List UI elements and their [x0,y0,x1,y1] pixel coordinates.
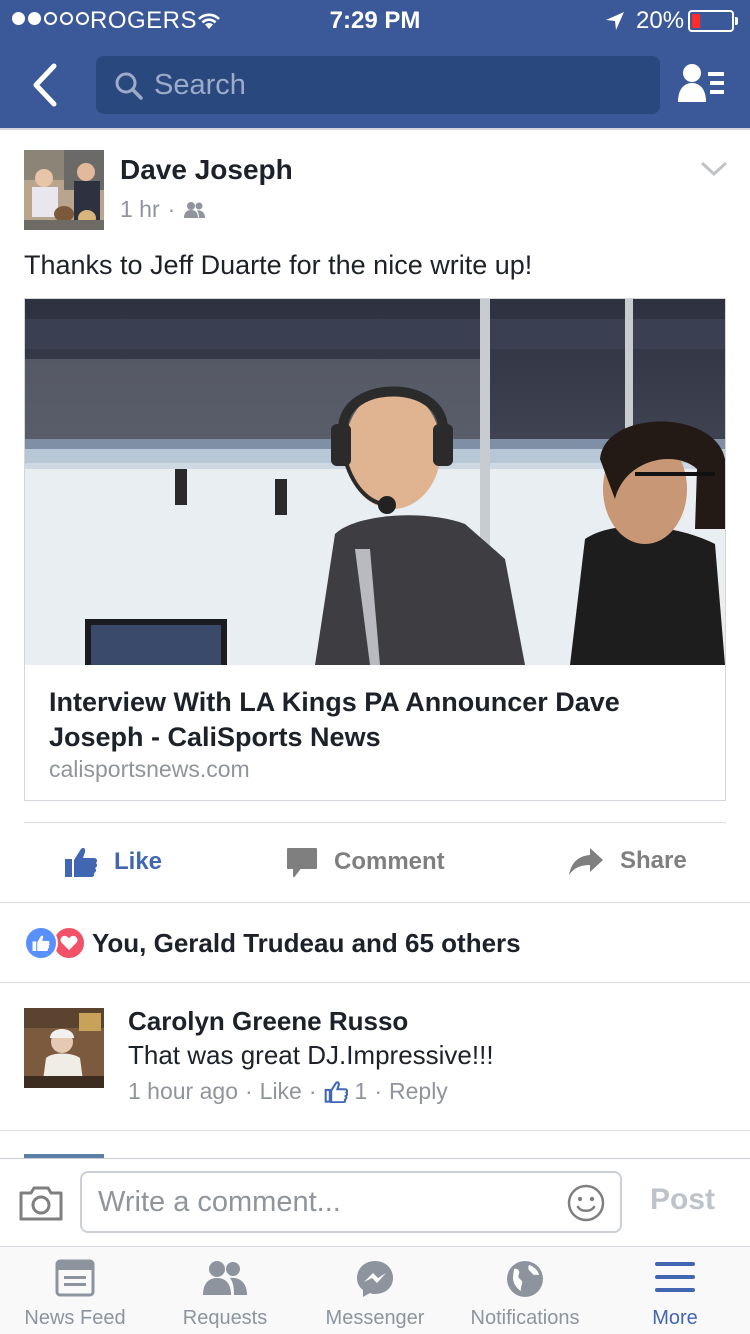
camera-icon [19,1186,63,1221]
link-preview-image[interactable] [25,299,725,665]
meta-separator: · [167,196,176,222]
comment-button[interactable]: Comment [286,846,445,878]
comment-meta: 1 hour ago · Like · 1 · Reply [128,1078,448,1105]
meta-separator: · [374,1078,382,1104]
tab-requests[interactable]: Requests [150,1247,300,1334]
divider [0,982,750,983]
post-comment-button[interactable]: Post [650,1183,715,1217]
divider [24,822,726,823]
search-placeholder: Search [154,69,246,101]
post-author[interactable]: Dave Joseph [120,154,293,186]
tab-more[interactable]: More [600,1247,750,1334]
post-time[interactable]: 1 hr [120,196,160,223]
post-text: Thanks to Jeff Duarte for the nice write… [24,250,533,280]
tab-label: More [652,1307,698,1329]
tab-notifications[interactable]: Notifications [450,1247,600,1334]
globe-icon [507,1261,543,1297]
comment-composer: Post [0,1158,750,1246]
comment-label: Comment [334,848,445,875]
meta-separator: · [308,1078,317,1104]
friends-list-button[interactable] [676,62,728,106]
post-meta: 1 hr · [120,196,207,223]
share-label: Share [620,847,687,874]
status-bar: ROGERS 7:29 PM 20% [0,0,750,40]
tab-news-feed[interactable]: News Feed [0,1247,150,1334]
camera-button[interactable] [18,1185,64,1226]
messenger-icon [357,1261,393,1297]
search-icon [114,71,144,106]
requests-icon [203,1261,247,1295]
like-label: Like [114,848,163,875]
link-preview-card[interactable]: Interview With LA Kings PA Announcer Dav… [24,298,726,801]
battery-percent: 20% [636,7,685,34]
tab-bar: News Feed Requests Messenger Notificatio… [0,1246,750,1334]
friends-list-icon [678,64,724,102]
header-shadow [0,128,750,130]
thumbs-up-icon [65,848,98,877]
chevron-down-icon [700,161,728,177]
comment-input[interactable] [80,1171,622,1233]
back-button[interactable] [24,60,68,110]
reactions-summary[interactable]: You, Gerald Trudeau and 65 others [24,926,521,960]
news-feed-icon [55,1259,95,1297]
reactions-text: You, Gerald Trudeau and 65 others [92,927,521,958]
tab-label: Messenger [325,1307,425,1329]
like-button[interactable]: Like [64,846,162,878]
share-button[interactable]: Share [568,846,687,876]
meta-separator: · [244,1078,253,1104]
link-domain: calisportsnews.com [49,756,250,782]
comment-like-count: 1 [354,1078,368,1104]
divider [0,902,750,903]
comment-like-button[interactable]: Like [260,1078,302,1105]
comment-reply-button[interactable]: Reply [389,1078,448,1105]
commenter-name[interactable]: Carolyn Greene Russo [128,1006,408,1037]
post-actions: Like Comment Share [0,836,750,892]
commenter-avatar[interactable] [24,1008,104,1088]
tab-messenger[interactable]: Messenger [300,1247,450,1334]
battery-icon [688,10,738,32]
post-options-button[interactable] [700,160,728,183]
link-title[interactable]: Interview With LA Kings PA Announcer Dav… [49,685,709,755]
tab-label: Notifications [470,1307,580,1329]
sticker-button[interactable] [566,1183,606,1228]
top-bar: ROGERS 7:29 PM 20% Search [0,0,750,128]
location-arrow-icon [604,10,626,39]
divider [0,1130,750,1131]
tab-label: News Feed [24,1307,126,1329]
search-bar[interactable]: Search [96,56,660,114]
like-reaction-icon [24,926,58,960]
smiley-icon [567,1184,605,1222]
author-avatar[interactable] [24,150,104,230]
tab-label: Requests [182,1307,268,1329]
comment-time: 1 hour ago [128,1078,238,1104]
comment-text: That was great DJ.Impressive!!! [128,1040,494,1070]
share-arrow-icon [569,848,603,875]
menu-icon [655,1262,695,1292]
thumbs-up-outline-icon [324,1080,348,1103]
comment-icon [287,848,317,877]
back-arrow-icon [33,63,57,107]
friends-icon [184,201,206,218]
